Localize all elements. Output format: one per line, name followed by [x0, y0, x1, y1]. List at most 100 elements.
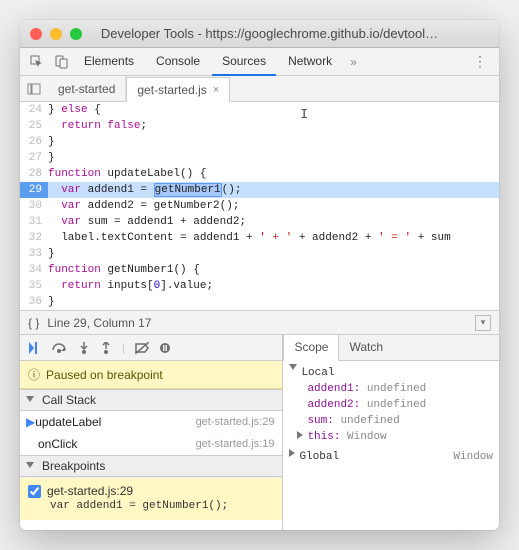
disclosure-down-icon — [26, 462, 34, 468]
debugger-left: | ⓘ Paused on breakpoint Call Stack ▶ up… — [20, 335, 283, 530]
call-stack-header[interactable]: Call Stack — [20, 389, 282, 411]
breakpoint-code: var addend1 = getNumber1(); — [28, 498, 274, 512]
deactivate-breakpoints-icon[interactable] — [135, 342, 149, 354]
gutter-line-number[interactable]: 34 — [20, 262, 48, 278]
code-line[interactable]: 32 label.textContent = addend1 + ' + ' +… — [20, 230, 499, 246]
main-tab-elements[interactable]: Elements — [74, 48, 144, 75]
breakpoint-item[interactable]: get-started.js:29var addend1 = getNumber… — [20, 477, 282, 520]
code-text: } — [48, 134, 499, 150]
navigator-icon[interactable] — [20, 83, 48, 95]
collapse-icon[interactable]: ▾ — [475, 315, 491, 331]
scope-var-name: this: — [307, 431, 347, 443]
gutter-line-number[interactable]: 31 — [20, 214, 48, 230]
scope-variable[interactable]: sum: undefined — [289, 413, 493, 429]
scope-tab-scope[interactable]: Scope — [283, 334, 339, 361]
zoom-icon[interactable] — [70, 28, 82, 40]
scope-global-value: Window — [453, 449, 493, 465]
scope-variable[interactable]: addend2: undefined — [289, 397, 493, 413]
gutter-line-number[interactable]: 35 — [20, 278, 48, 294]
gutter-line-number[interactable]: 33 — [20, 246, 48, 262]
paused-text: Paused on breakpoint — [46, 368, 163, 382]
code-line[interactable]: 28function updateLabel() { — [20, 166, 499, 182]
debugger-right: ScopeWatch Local addend1: undefinedadden… — [283, 335, 499, 530]
minimize-icon[interactable] — [50, 28, 62, 40]
scope-var-name: addend1: — [307, 383, 366, 395]
code-line[interactable]: 29 var addend1 = getNumber1(); — [20, 182, 499, 198]
gutter-line-number[interactable]: 26 — [20, 134, 48, 150]
main-tab-sources[interactable]: Sources — [212, 48, 276, 76]
code-text: var sum = addend1 + addend2; — [48, 214, 499, 230]
code-text: } — [48, 150, 499, 166]
code-line[interactable]: 31 var sum = addend1 + addend2; — [20, 214, 499, 230]
gutter-line-number[interactable]: 28 — [20, 166, 48, 182]
gutter-line-number[interactable]: 29 — [20, 182, 48, 198]
main-tab-bar: ElementsConsoleSourcesNetwork » ⋮ — [20, 48, 499, 76]
pretty-print-icon[interactable]: { } — [28, 316, 39, 330]
gutter-line-number[interactable]: 30 — [20, 198, 48, 214]
breakpoints-header[interactable]: Breakpoints — [20, 455, 282, 477]
overflow-icon[interactable]: » — [344, 55, 363, 69]
titlebar: Developer Tools - https://googlechrome.g… — [20, 20, 499, 48]
scope-var-name: sum: — [307, 415, 340, 427]
info-icon: ⓘ — [28, 366, 40, 383]
gutter-line-number[interactable]: 32 — [20, 230, 48, 246]
main-tab-network[interactable]: Network — [278, 48, 342, 75]
stack-frame[interactable]: onClickget-started.js:19 — [20, 433, 282, 455]
gutter-line-number[interactable]: 36 — [20, 294, 48, 310]
disclosure-right-icon — [297, 431, 303, 439]
breakpoint-checkbox[interactable] — [28, 485, 41, 498]
code-text: function getNumber1() { — [48, 262, 499, 278]
code-line[interactable]: 33} — [20, 246, 499, 262]
scope-var-value: Window — [347, 431, 387, 443]
code-text: } — [48, 294, 499, 310]
disclosure-right-icon[interactable] — [289, 449, 295, 457]
code-editor[interactable]: I 24} else {25 return false;26}27}28func… — [20, 102, 499, 310]
close-icon[interactable]: × — [213, 84, 219, 96]
code-text: } — [48, 246, 499, 262]
window-title: Developer Tools - https://googlechrome.g… — [90, 26, 489, 41]
inspect-icon[interactable] — [26, 55, 48, 69]
code-text: return inputs[0].value; — [48, 278, 499, 294]
device-icon[interactable] — [50, 55, 72, 69]
stack-frame[interactable]: ▶ updateLabelget-started.js:29 — [20, 411, 282, 433]
main-tab-console[interactable]: Console — [146, 48, 210, 75]
code-line[interactable]: 30 var addend2 = getNumber2(); — [20, 198, 499, 214]
step-into-icon[interactable] — [78, 342, 90, 354]
breakpoint-label: get-started.js:29 — [47, 484, 133, 498]
menu-icon[interactable]: ⋮ — [467, 53, 493, 70]
code-line[interactable]: 24} else { — [20, 102, 499, 118]
gutter-line-number[interactable]: 25 — [20, 118, 48, 134]
pause-exceptions-icon[interactable] — [159, 342, 171, 354]
file-tab[interactable]: get-started — [48, 76, 126, 102]
scope-tab-watch[interactable]: Watch — [339, 335, 393, 360]
step-out-icon[interactable] — [100, 342, 112, 354]
file-tab[interactable]: get-started.js× — [126, 77, 230, 103]
current-frame-icon: ▶ — [26, 415, 35, 429]
code-line[interactable]: 27} — [20, 150, 499, 166]
code-line[interactable]: 25 return false; — [20, 118, 499, 134]
code-text: var addend2 = getNumber2(); — [48, 198, 499, 214]
step-over-icon[interactable] — [52, 342, 68, 354]
scope-body: Local addend1: undefinedaddend2: undefin… — [283, 361, 499, 469]
file-tab-label: get-started — [58, 82, 115, 96]
paused-banner: ⓘ Paused on breakpoint — [20, 361, 282, 389]
scope-var-value: undefined — [367, 383, 426, 395]
text-cursor-icon: I — [300, 107, 308, 123]
code-text: var addend1 = getNumber1(); — [48, 182, 499, 198]
resume-icon[interactable] — [28, 342, 42, 354]
stack-frame-fn: onClick — [38, 437, 196, 451]
code-line[interactable]: 26} — [20, 134, 499, 150]
scope-var-value: undefined — [340, 415, 399, 427]
gutter-line-number[interactable]: 24 — [20, 102, 48, 118]
debugger-toolbar: | — [20, 335, 282, 361]
scope-local-label: Local — [301, 365, 493, 381]
scope-variable[interactable]: addend1: undefined — [289, 381, 493, 397]
code-line[interactable]: 35 return inputs[0].value; — [20, 278, 499, 294]
code-line[interactable]: 36} — [20, 294, 499, 310]
code-line[interactable]: 34function getNumber1() { — [20, 262, 499, 278]
gutter-line-number[interactable]: 27 — [20, 150, 48, 166]
close-icon[interactable] — [30, 28, 42, 40]
disclosure-down-icon[interactable] — [289, 364, 297, 370]
scope-variable[interactable]: this: Window — [289, 429, 493, 445]
code-text: } else { — [48, 102, 499, 118]
